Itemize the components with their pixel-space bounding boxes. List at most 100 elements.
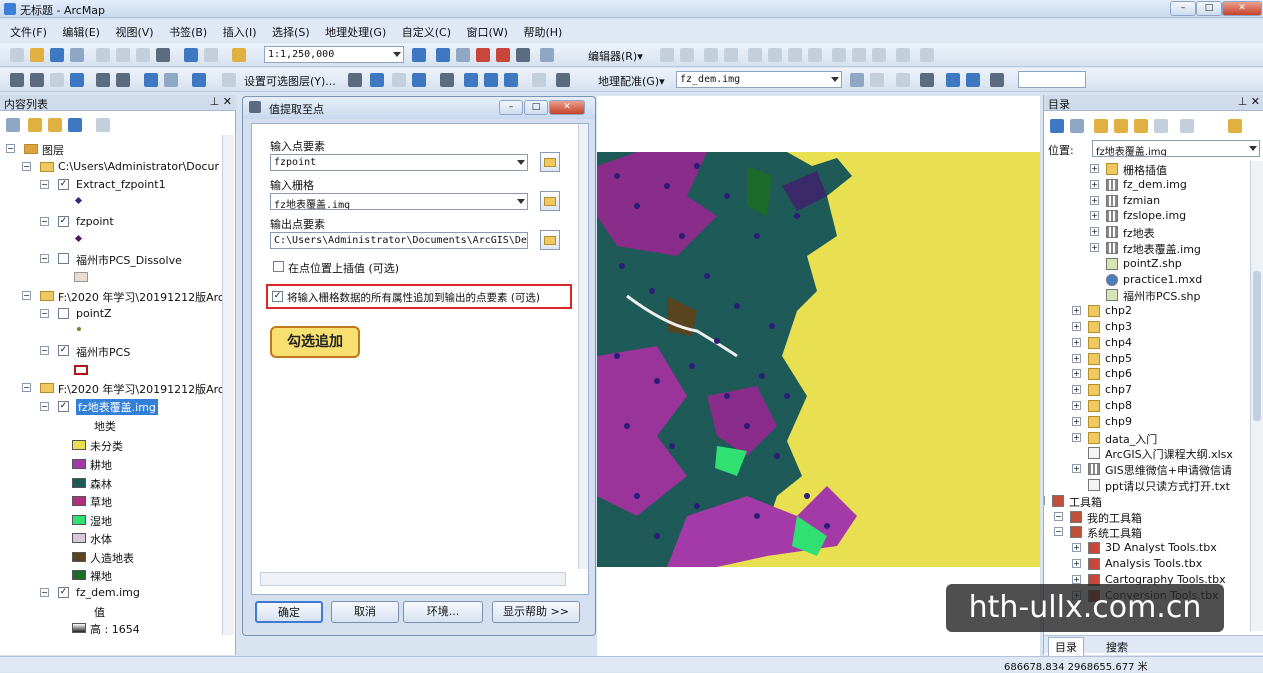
reshape-icon[interactable] [768,48,782,62]
environments-button[interactable]: 环境... [403,601,483,623]
expand-icon[interactable]: + [1090,211,1099,221]
expand-icon[interactable]: + [1072,416,1081,426]
clear-selection-icon[interactable] [222,73,236,87]
back-icon[interactable] [1050,119,1064,133]
dialog-maximize-button[interactable]: □ [524,100,548,115]
connect-folder-icon[interactable] [1134,119,1148,133]
effects-value-field[interactable] [1018,71,1086,88]
expand-icon[interactable]: + [1072,369,1081,379]
toc-layer-pcs-dissolve[interactable]: − 福州市PCS_Dissolve [40,251,230,268]
browse-input-points-button[interactable] [540,152,560,172]
show-help-button[interactable]: 显示帮助 >> [492,601,580,623]
views-icon[interactable] [1180,119,1194,133]
html-popup-icon[interactable] [412,73,426,87]
location-combo[interactable]: fz地表覆盖.img [1092,140,1260,157]
python-icon[interactable] [516,48,530,62]
expand-icon[interactable]: + [1072,337,1081,347]
menu-geoprocessing[interactable]: 地理处理(G) [319,20,392,40]
interpolate-checkbox[interactable] [273,261,284,272]
toc-layers-root[interactable]: − 图层 [6,141,226,158]
open-icon[interactable] [30,48,44,62]
layer-visibility-checkbox[interactable] [58,253,69,264]
menu-bookmarks[interactable]: 书签(B) [163,20,213,40]
modelbuilder-icon[interactable] [540,48,554,62]
dialog-minimize-button[interactable]: – [499,100,523,115]
toc-layer-land-cover[interactable]: − ✓ fz地表覆盖.img [40,399,230,416]
expand-icon[interactable]: + [1090,243,1099,252]
back-icon[interactable] [144,73,158,87]
hyperlink-icon[interactable] [392,73,406,87]
home-icon[interactable] [1114,119,1128,133]
select-features-icon[interactable] [192,73,206,87]
editor-toolbar-icon[interactable] [412,48,426,62]
time-slider-icon[interactable] [532,73,546,87]
fixed-zoom-in-icon[interactable] [96,73,110,87]
collapse-icon[interactable]: − [22,383,31,392]
rotate-raster-icon[interactable] [850,73,864,87]
undo-icon[interactable] [184,48,198,62]
pin-icon[interactable]: ⊥ ✕ [1238,95,1260,108]
dialog-v-scrollbar[interactable] [578,124,588,569]
add-control-points-icon[interactable] [896,73,910,87]
layer-visibility-checkbox[interactable]: ✓ [58,216,69,227]
options-icon[interactable] [96,118,110,132]
toc-source-2[interactable]: − F:\2020 年学习\20191212版Arc [22,288,232,305]
menu-insert[interactable]: 插入(I) [217,20,263,40]
list-by-selection-icon[interactable] [68,118,82,132]
expand-icon[interactable]: + [1072,464,1081,474]
append-attributes-checkbox[interactable]: ✓ [272,291,283,302]
cut-icon[interactable] [96,48,110,62]
full-extent-icon[interactable] [70,73,84,87]
expand-icon[interactable]: + [1072,322,1081,331]
list-by-drawing-order-icon[interactable] [6,118,20,132]
catalog-scrollbar[interactable] [1250,161,1263,631]
expand-icon[interactable]: + [1072,401,1081,410]
expand-icon[interactable]: + [1072,559,1081,568]
cut-polygon-icon[interactable] [788,48,802,62]
new-icon[interactable] [10,48,24,62]
dialog-title-bar[interactable]: 值提取至点 – □ ✕ [243,97,595,119]
find-icon[interactable] [464,73,478,87]
browse-input-raster-button[interactable] [540,191,560,211]
collapse-icon[interactable]: − [40,217,49,226]
edit-tool-icon[interactable] [660,48,674,62]
menu-view[interactable]: 视图(V) [109,20,159,40]
viewer-icon[interactable] [946,73,960,87]
collapse-icon[interactable]: − [40,588,49,597]
identify-icon[interactable] [370,73,384,87]
expand-icon[interactable]: + [1072,306,1081,316]
pan-icon[interactable] [50,73,64,87]
zoom-out-icon[interactable] [30,73,44,87]
trace-icon[interactable] [724,48,738,62]
expand-icon[interactable]: + [1072,385,1081,395]
layer-visibility-checkbox[interactable]: ✓ [58,345,69,356]
toc-source-3[interactable]: − F:\2020 年学习\20191212版Arc [22,380,232,397]
input-raster-combo[interactable]: fz地表覆盖.img [270,193,528,210]
layer-visibility-checkbox[interactable]: ✓ [58,179,69,190]
toc-layer-fuzhou-pcs[interactable]: − ✓ 福州市PCS [40,343,230,360]
create-features-icon[interactable] [896,48,910,62]
toc-layer-pointz[interactable]: − pointZ [40,306,230,323]
georef-layer-combo[interactable]: fz_dem.img [676,71,842,88]
scrollbar-thumb[interactable] [1253,271,1261,421]
menu-edit[interactable]: 编辑(E) [56,20,106,40]
toc-source-1[interactable]: − C:\Users\Administrator\Docur [22,159,232,176]
minimize-button[interactable]: – [1170,1,1196,16]
expand-icon[interactable]: + [1090,164,1099,173]
edit-annotation-icon[interactable] [680,48,694,62]
new-icon[interactable] [1228,119,1242,133]
toc-layer-fz-dem[interactable]: − ✓ fz_dem.img [40,585,230,602]
measure-icon[interactable] [440,73,454,87]
collapse-icon[interactable]: − [1054,527,1063,537]
cancel-button[interactable]: 取消 [331,601,399,623]
forward-icon[interactable] [164,73,178,87]
table-icon[interactable] [436,48,450,62]
expand-icon[interactable]: + [1072,543,1081,553]
effects-icon[interactable] [990,73,1004,87]
collapse-icon[interactable]: − [6,144,15,153]
editor-menu[interactable]: 编辑器(R)▾ [588,48,643,64]
copy-icon[interactable] [116,48,130,62]
dialog-h-scrollbar[interactable] [260,572,566,586]
paste-icon[interactable] [136,48,150,62]
add-data-icon[interactable] [232,48,246,62]
